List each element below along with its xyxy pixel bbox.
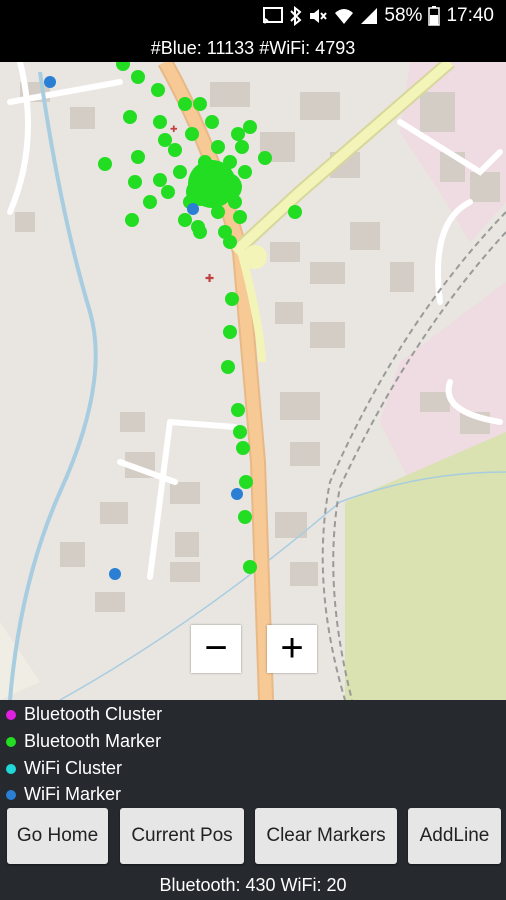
marker-layer (44, 62, 302, 580)
bluetooth-marker[interactable] (168, 143, 182, 157)
wifi-cluster-dot-icon (6, 763, 16, 774)
battery-percent: 58% (384, 5, 423, 26)
bluetooth-marker[interactable] (116, 62, 130, 71)
current-pos-button[interactable]: Current Pos (120, 808, 244, 864)
bluetooth-marker[interactable] (238, 510, 252, 524)
bluetooth-marker[interactable] (258, 151, 272, 165)
scan-counts: #Blue: 11133 #WiFi: 4793 (0, 34, 506, 62)
bluetooth-marker[interactable] (125, 213, 139, 227)
bluetooth-marker[interactable] (231, 403, 245, 417)
bluetooth-marker[interactable] (211, 140, 225, 154)
bluetooth-marker-dot-icon (6, 736, 16, 747)
wifi-marker[interactable] (44, 76, 56, 88)
wifi-marker[interactable] (109, 568, 121, 580)
bluetooth-marker[interactable] (236, 441, 250, 455)
legend-label: WiFi Marker (24, 784, 121, 804)
bluetooth-marker[interactable] (143, 195, 157, 209)
stats-footer: Bluetooth: 430 WiFi: 20 (0, 870, 506, 900)
bluetooth-marker[interactable] (231, 127, 245, 141)
legend-item-wifi-marker: WiFi Marker (6, 784, 121, 805)
bluetooth-marker[interactable] (153, 115, 167, 129)
bluetooth-marker[interactable] (235, 140, 249, 154)
legend-label: Bluetooth Marker (24, 731, 162, 751)
zoom-in-button[interactable]: + (267, 625, 317, 673)
wifi-marker[interactable] (187, 203, 199, 215)
map-view[interactable]: ✚ ✚ − + (0, 62, 506, 700)
wifi-marker[interactable] (231, 488, 243, 500)
action-bar: Go Home Current Pos Clear Markers AddLin… (0, 808, 506, 870)
bluetooth-marker[interactable] (173, 165, 187, 179)
bluetooth-marker[interactable] (238, 165, 252, 179)
clear-markers-button[interactable]: Clear Markers (255, 808, 397, 864)
bluetooth-marker[interactable] (151, 83, 165, 97)
status-bar: 58% 17:40 (0, 0, 506, 34)
legend-item-wifi-cluster: WiFi Cluster (6, 758, 122, 779)
bluetooth-marker[interactable] (178, 97, 192, 111)
legend: Bluetooth Cluster Bluetooth Marker WiFi … (0, 700, 506, 808)
bluetooth-marker[interactable] (153, 173, 167, 187)
bluetooth-marker[interactable] (233, 425, 247, 439)
bluetooth-cluster-dot-icon (6, 709, 16, 720)
bluetooth-marker[interactable] (193, 97, 207, 111)
bluetooth-marker[interactable] (239, 475, 253, 489)
bluetooth-marker[interactable] (243, 560, 257, 574)
legend-label: WiFi Cluster (24, 758, 122, 778)
mute-icon (310, 9, 328, 23)
bluetooth-marker[interactable] (243, 120, 257, 134)
signal-icon (361, 8, 378, 24)
legend-item-bluetooth-marker: Bluetooth Marker (6, 731, 161, 752)
bluetooth-marker[interactable] (233, 210, 247, 224)
bluetooth-marker[interactable] (223, 235, 237, 249)
bluetooth-marker[interactable] (161, 185, 175, 199)
bluetooth-icon (290, 6, 302, 26)
bluetooth-marker[interactable] (225, 292, 239, 306)
bluetooth-marker[interactable] (123, 110, 137, 124)
legend-label: Bluetooth Cluster (24, 704, 163, 724)
wifi-icon (335, 9, 354, 24)
bluetooth-marker[interactable] (98, 157, 112, 171)
bluetooth-marker[interactable] (178, 213, 192, 227)
bluetooth-marker[interactable] (131, 70, 145, 84)
legend-item-bluetooth-cluster: Bluetooth Cluster (6, 704, 162, 725)
clock: 17:40 (446, 5, 494, 26)
cast-icon (263, 7, 284, 24)
zoom-out-button[interactable]: − (191, 625, 241, 673)
bluetooth-marker[interactable] (185, 127, 199, 141)
bluetooth-marker[interactable] (221, 360, 235, 374)
bluetooth-marker[interactable] (288, 205, 302, 219)
bluetooth-marker[interactable] (223, 325, 237, 339)
wifi-marker-dot-icon (6, 789, 16, 800)
bluetooth-marker[interactable] (131, 150, 145, 164)
go-home-button[interactable]: Go Home (7, 808, 108, 864)
bluetooth-marker[interactable] (188, 160, 236, 208)
bluetooth-marker[interactable] (158, 133, 172, 147)
battery-icon (428, 6, 441, 26)
add-line-button[interactable]: AddLine (408, 808, 501, 864)
bluetooth-marker[interactable] (128, 175, 142, 189)
bluetooth-marker[interactable] (205, 115, 219, 129)
bluetooth-marker[interactable] (193, 225, 207, 239)
